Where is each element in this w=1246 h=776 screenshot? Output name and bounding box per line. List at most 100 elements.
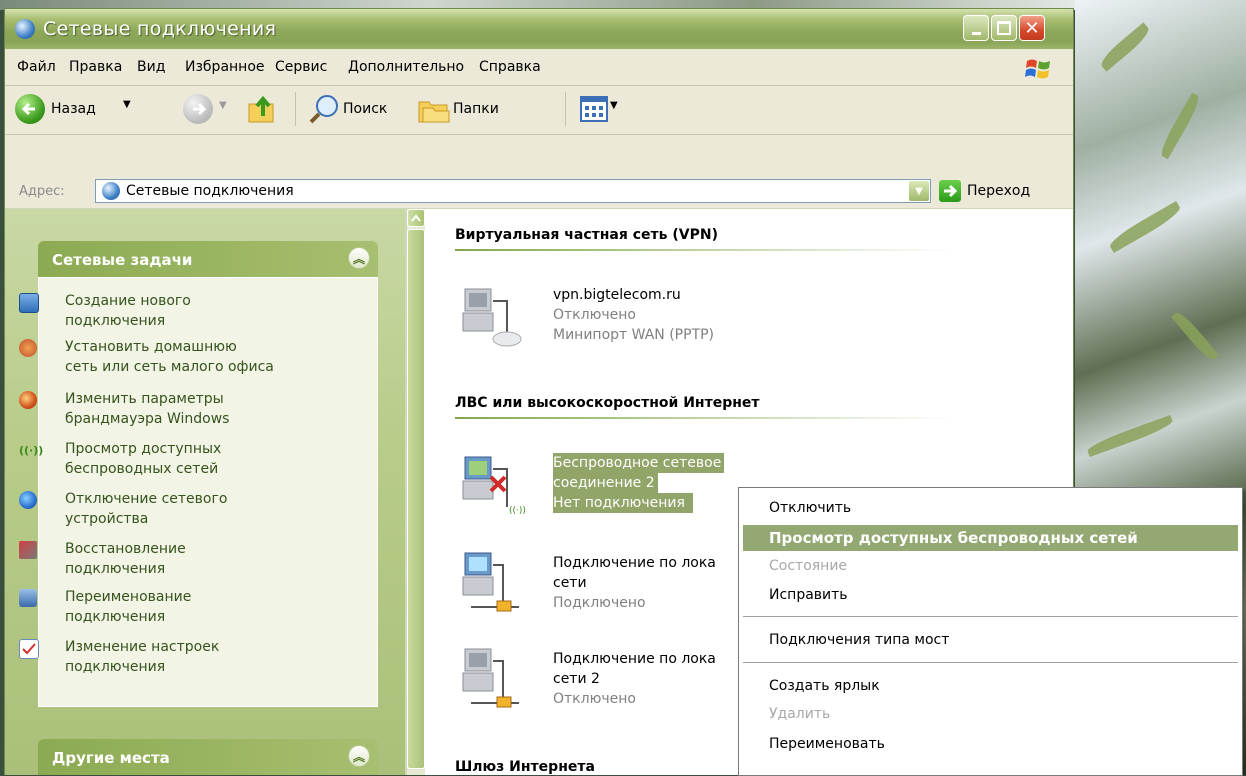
wireless-connection-name-line1[interactable]: Беспроводное сетевое <box>553 453 725 473</box>
local-connection-2-status: Отключено <box>553 691 636 707</box>
menu-edit[interactable]: Правка <box>69 59 122 75</box>
maximize-button[interactable] <box>991 15 1017 41</box>
vpn-connection-icon[interactable] <box>461 279 527 349</box>
rename-icon <box>19 589 37 607</box>
menu-favorites[interactable]: Избранное <box>185 59 265 75</box>
toolbar: Назад ▼ ▼ Поиск Папки ▼ <box>5 86 1073 135</box>
svg-text:((·)): ((·)) <box>509 506 526 516</box>
search-icon[interactable] <box>307 92 341 126</box>
disable-device-icon <box>19 491 37 509</box>
local-connection-name-line2[interactable]: сети <box>553 573 587 593</box>
window-title: Сетевые подключения <box>43 18 277 40</box>
local-connection-name-line1[interactable]: Подключение по лока <box>553 553 716 573</box>
scroll-up-button[interactable] <box>407 209 425 227</box>
network-connections-icon <box>15 19 35 39</box>
vertical-scrollbar[interactable] <box>407 209 425 775</box>
group-divider <box>455 249 955 251</box>
toolbar-separator <box>295 92 296 126</box>
go-arrow-icon[interactable] <box>939 180 961 202</box>
task-view-wireless[interactable]: ((·)) Просмотр доступных беспроводных сет… <box>19 439 221 479</box>
close-button[interactable]: ✕ <box>1019 15 1045 41</box>
menu-item-status[interactable]: Состояние <box>769 558 847 574</box>
task-create-connection[interactable]: Создание нового подключения <box>19 291 191 331</box>
views-icon[interactable] <box>579 95 609 123</box>
address-dropdown-icon[interactable]: ▼ <box>909 181 929 201</box>
maximize-icon <box>992 16 1016 40</box>
menu-item-rename[interactable]: Переименовать <box>769 736 885 752</box>
vpn-connection-status: Отключено <box>553 307 636 323</box>
network-tasks-title: Сетевые задачи <box>52 251 193 269</box>
views-dropdown-icon[interactable]: ▼ <box>610 100 618 111</box>
menu-item-view-wireless[interactable]: Просмотр доступных беспроводных сетей <box>769 529 1138 547</box>
collapse-chevron-icon[interactable]: ︽ <box>348 745 370 767</box>
group-gateway-title: Шлюз Интернета <box>455 759 595 775</box>
task-change-settings[interactable]: Изменение настроек подключения <box>19 637 219 677</box>
network-connections-icon <box>102 182 120 200</box>
minimize-icon <box>964 16 988 40</box>
local-connection-2-icon[interactable] <box>461 639 527 715</box>
search-label[interactable]: Поиск <box>343 101 387 117</box>
menu-file[interactable]: Файл <box>17 59 56 75</box>
title-bar[interactable]: Сетевые подключения ✕ <box>5 9 1073 49</box>
task-firewall-settings[interactable]: Изменить параметры брандмауэра Windows <box>19 389 229 429</box>
network-tasks-header[interactable]: Сетевые задачи ︽ <box>38 241 378 277</box>
address-input[interactable]: Сетевые подключения ▼ <box>95 179 931 203</box>
back-dropdown-icon[interactable]: ▼ <box>123 99 131 110</box>
wireless-connection-icon[interactable]: ((·)) <box>461 447 527 517</box>
scroll-thumb[interactable] <box>407 229 425 769</box>
home-network-icon <box>19 339 37 357</box>
wireless-icon: ((·)) <box>19 444 44 457</box>
menu-tools[interactable]: Сервис <box>275 59 327 75</box>
menu-advanced[interactable]: Дополнительно <box>348 59 464 75</box>
wireless-connection-name-line2[interactable]: соединение 2 <box>553 473 658 493</box>
close-icon: ✕ <box>1024 17 1040 39</box>
menu-item-bridge[interactable]: Подключения типа мост <box>769 632 949 648</box>
windows-logo-icon <box>1025 59 1050 79</box>
vpn-connection-name[interactable]: vpn.bigtelecom.ru <box>553 285 681 305</box>
task-disable-device[interactable]: Отключение сетевого устройства <box>19 489 227 529</box>
menu-bar: Файл Правка Вид Избранное Сервис Дополни… <box>5 49 1073 86</box>
other-places-header[interactable]: Другие места ︽ <box>38 739 378 775</box>
back-label[interactable]: Назад <box>51 101 96 117</box>
menu-item-disconnect[interactable]: Отключить <box>769 500 851 516</box>
other-places-title: Другие места <box>52 749 170 767</box>
local-connection-2-name-line1[interactable]: Подключение по лока <box>553 649 716 669</box>
local-connection-icon[interactable] <box>461 543 527 619</box>
menu-item-create-shortcut[interactable]: Создать ярлык <box>769 678 880 694</box>
task-repair-connection[interactable]: Восстановление подключения <box>19 539 186 579</box>
forward-arrow-icon <box>193 102 207 116</box>
settings-checkmark-icon <box>19 639 39 659</box>
back-button[interactable] <box>15 94 45 124</box>
folders-label[interactable]: Папки <box>453 101 499 117</box>
menu-view[interactable]: Вид <box>137 59 165 75</box>
toolbar-separator-2 <box>565 92 566 126</box>
menu-item-repair[interactable]: Исправить <box>769 587 848 603</box>
vpn-connection-device: Минипорт WAN (PPTP) <box>553 327 715 343</box>
folders-icon[interactable] <box>417 94 451 124</box>
repair-wrench-icon <box>19 541 37 559</box>
back-arrow-icon <box>21 102 35 116</box>
context-menu: Отключить Просмотр доступных беспроводны… <box>738 487 1243 776</box>
address-label: Адрес: <box>19 184 65 199</box>
menu-item-delete[interactable]: Удалить <box>769 706 830 722</box>
firewall-icon <box>19 391 37 409</box>
minimize-button[interactable] <box>963 15 989 41</box>
collapse-chevron-icon[interactable]: ︽ <box>348 247 370 269</box>
menu-separator <box>743 662 1238 663</box>
menu-separator <box>743 616 1238 617</box>
local-connection-2-name-line2[interactable]: сети 2 <box>553 669 600 689</box>
task-home-network[interactable]: Установить домашнюю сеть или сеть малого … <box>19 337 274 377</box>
forward-dropdown-icon[interactable]: ▼ <box>219 100 227 111</box>
address-value: Сетевые подключения <box>126 183 294 199</box>
forward-button[interactable] <box>183 94 213 124</box>
task-rename-connection[interactable]: Переименование подключения <box>19 587 191 627</box>
menu-help[interactable]: Справка <box>479 59 541 75</box>
up-folder-icon[interactable] <box>245 92 279 126</box>
local-connection-status: Подключено <box>553 595 646 611</box>
go-button[interactable]: Переход <box>967 183 1030 199</box>
group-vpn-title: Виртуальная частная сеть (VPN) <box>455 227 718 243</box>
toolbar-spacer <box>5 135 1073 176</box>
address-bar: Адрес: Сетевые подключения ▼ Переход <box>5 176 1073 208</box>
group-lan-title: ЛВС или высокоскоростной Интернет <box>455 395 760 411</box>
group-divider <box>455 417 955 419</box>
